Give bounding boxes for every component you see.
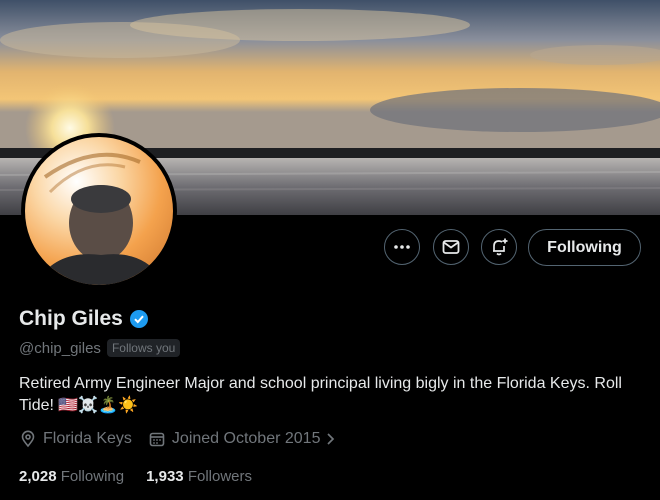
profile-avatar[interactable] xyxy=(21,133,177,289)
profile-stats: 2,028 Following 1,933 Followers xyxy=(19,468,252,485)
profile-location: Florida Keys xyxy=(19,430,132,448)
profile-name-row: Chip Giles xyxy=(19,307,149,331)
followers-stat[interactable]: 1,933 Followers xyxy=(146,468,252,485)
profile-name: Chip Giles xyxy=(19,307,123,330)
envelope-icon xyxy=(442,240,460,254)
profile-handle: @chip_giles xyxy=(19,339,101,357)
followers-label: Followers xyxy=(187,468,252,485)
follows-you-badge: Follows you xyxy=(106,339,181,357)
following-count: 2,028 xyxy=(19,468,57,485)
profile-handle-row: @chip_giles Follows you xyxy=(19,339,181,357)
avatar-image xyxy=(35,152,165,285)
calendar-icon xyxy=(149,432,165,447)
more-icon xyxy=(394,245,410,249)
followers-count: 1,933 xyxy=(146,468,184,485)
following-stat[interactable]: 2,028 Following xyxy=(19,468,124,485)
joined-text: Joined October 2015 xyxy=(171,430,321,447)
location-pin-icon xyxy=(21,430,35,448)
chevron-right-icon xyxy=(327,433,335,445)
profile-bio: Retired Army Engineer Major and school p… xyxy=(19,375,622,414)
notifications-button[interactable] xyxy=(481,229,517,265)
following-label: Following xyxy=(60,468,125,485)
following-button[interactable]: Following xyxy=(528,229,641,266)
more-button[interactable] xyxy=(384,229,420,265)
profile-meta: Florida Keys Joined October 2015 xyxy=(19,430,346,448)
profile-joined[interactable]: Joined October 2015 xyxy=(148,430,337,448)
bell-plus-icon xyxy=(493,238,508,256)
message-button[interactable] xyxy=(433,229,469,265)
location-text: Florida Keys xyxy=(43,430,132,447)
verified-badge-icon[interactable] xyxy=(129,309,149,329)
